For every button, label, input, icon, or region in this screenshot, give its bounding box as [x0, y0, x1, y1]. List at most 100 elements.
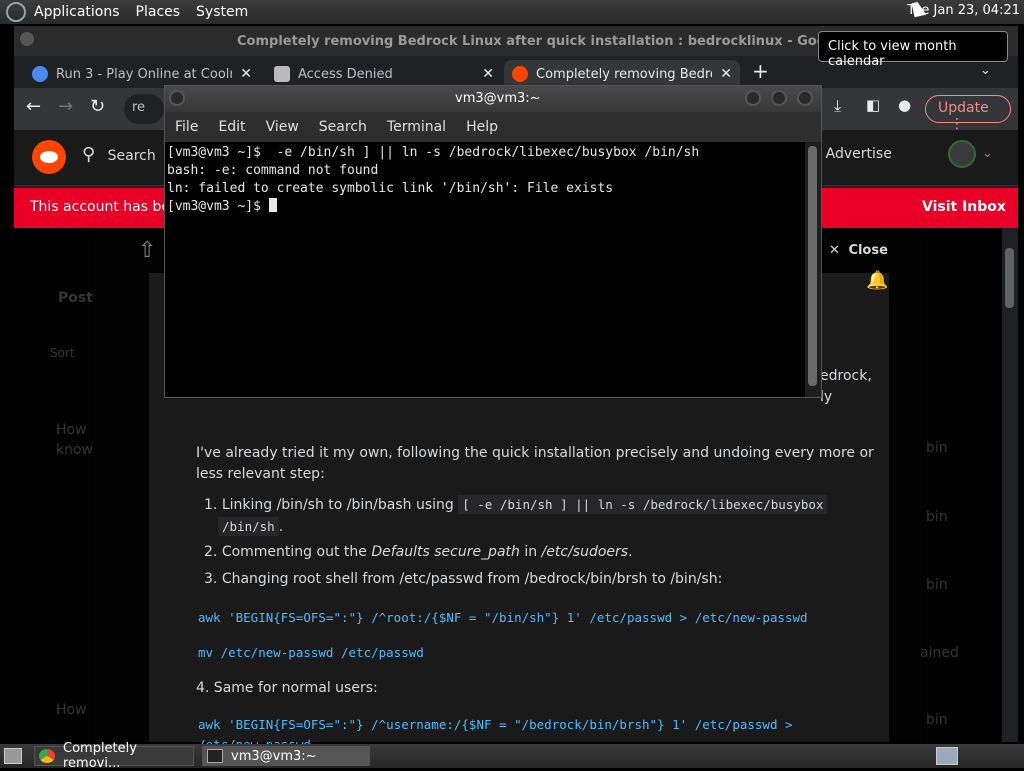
step-number: 3. [204, 571, 218, 587]
address-bar[interactable]: re [124, 94, 164, 124]
taskbar-item-terminal[interactable]: vm3@vm3:~ [202, 746, 370, 766]
profile-icon[interactable]: ● [898, 96, 911, 114]
terminal-icon [207, 749, 223, 763]
terminal-line: bash: -e: command not found [167, 163, 379, 178]
chrome-window-title: Completely removing Bedrock Linux after … [237, 34, 910, 49]
terminal-scroll-thumb[interactable] [808, 146, 817, 386]
menu-places[interactable]: Places [128, 4, 189, 20]
reddit-search[interactable]: ⚲ Search [82, 144, 156, 165]
tab-label: Access Denied [298, 66, 393, 82]
terminal-menubar: File Edit View Search Terminal Help [165, 112, 821, 142]
background-fragment: bin [926, 440, 948, 456]
background-fragment: How [56, 702, 87, 718]
back-arrow-icon[interactable]: ← [26, 96, 41, 117]
step-4: 4. Same for normal users: [196, 680, 378, 696]
visit-inbox-link[interactable]: Visit Inbox [922, 199, 1006, 215]
step-1: 1. Linking /bin/sh to /bin/bash using [ … [204, 494, 864, 538]
close-label: Close [848, 243, 888, 258]
step-number: 1. [204, 497, 218, 513]
tab-search-chevron-icon[interactable]: ⌄ [980, 63, 991, 78]
taskbar-item-label: vm3@vm3:~ [231, 748, 317, 764]
terminal-prompt: [vm3@vm3 ~]$ [167, 199, 269, 214]
code-block: awk 'BEGIN{FS=OFS=":"} /^username:/{$NF … [198, 717, 793, 732]
terminal-window: vm3@vm3:~ File Edit View Search Terminal… [164, 85, 822, 398]
tab-access-denied[interactable]: Access Denied ✕ [266, 60, 502, 88]
emphasis-text: /etc/sudoers [541, 544, 629, 560]
step-number: 2. [204, 544, 218, 560]
coolmath-favicon-icon [32, 66, 48, 82]
menu-system[interactable]: System [188, 4, 256, 20]
background-fragment: Post [58, 290, 93, 306]
code-block: awk 'BEGIN{FS=OFS=":"} /^root:/{$NF = "/… [198, 610, 808, 625]
close-icon: ✕ [829, 243, 840, 258]
menu-applications[interactable]: Applications [26, 4, 128, 20]
step-text: in [519, 544, 542, 560]
background-fragment: bin [926, 509, 948, 525]
terminal-output[interactable]: [vm3@vm3 ~]$ -e /bin/sh ] || ln -s /bedr… [165, 142, 805, 397]
tab-label: Completely removing Bedrock [536, 66, 712, 82]
ghost-favicon-icon [274, 66, 290, 82]
update-button[interactable]: Update ⋮ [925, 95, 1011, 132]
reddit-favicon-icon [512, 66, 528, 82]
advertise-label: Advertise [825, 146, 892, 162]
close-post-button[interactable]: ✕ Close [829, 243, 888, 258]
close-icon[interactable] [797, 90, 813, 106]
reddit-logo-icon[interactable] [32, 140, 66, 174]
post-intro: I've already tried it my own, following … [196, 445, 874, 482]
punctuation: . [278, 519, 284, 535]
menu-view[interactable]: View [256, 119, 309, 135]
tab-label: Run 3 - Play Online at Coolm [56, 66, 233, 82]
inline-code: /bin/sh [218, 517, 279, 536]
code-block: mv /etc/new-passwd /etc/passwd [198, 645, 424, 660]
close-tab-icon[interactable]: ✕ [240, 66, 252, 82]
bell-icon[interactable]: 🔔 [866, 270, 888, 291]
background-fragment: Sort [50, 346, 75, 360]
new-tab-icon[interactable]: + [752, 59, 769, 83]
download-icon[interactable]: ⤓ [834, 96, 841, 116]
search-icon: ⚲ [82, 144, 96, 165]
taskbar-item-chrome[interactable]: Completely removi... [34, 741, 194, 771]
menu-file[interactable]: File [165, 119, 208, 135]
terminal-title: vm3@vm3:~ [455, 91, 541, 106]
step-text: Changing root shell from /etc/passwd fro… [221, 571, 723, 587]
menu-search[interactable]: Search [309, 119, 377, 135]
avatar[interactable] [948, 140, 976, 168]
terminal-titlebar[interactable]: vm3@vm3:~ [165, 86, 821, 112]
punctuation: . [628, 544, 633, 560]
step-text: Linking /bin/sh to /bin/bash using [221, 497, 454, 513]
menu-terminal[interactable]: Terminal [377, 119, 456, 135]
minimize-icon[interactable] [745, 90, 761, 106]
show-desktop-icon[interactable] [4, 748, 22, 764]
terminal-prompt-line: [vm3@vm3 ~]$ [167, 198, 803, 216]
menu-edit[interactable]: Edit [208, 119, 255, 135]
search-label: Search [107, 148, 156, 164]
window-menu-icon[interactable] [20, 32, 34, 46]
maximize-icon[interactable] [771, 90, 787, 106]
tab-run3[interactable]: Run 3 - Play Online at Coolm ✕ [24, 60, 260, 88]
close-tab-icon[interactable]: ✕ [482, 66, 494, 82]
background-fragment: know [56, 442, 93, 458]
window-menu-icon[interactable] [169, 90, 185, 106]
menu-help[interactable]: Help [456, 119, 508, 135]
bottom-taskbar: Completely removi... vm3@vm3:~ [0, 741, 1024, 771]
tab-bedrock[interactable]: Completely removing Bedrock ✕ [504, 60, 740, 88]
terminal-line: [vm3@vm3 ~]$ -e /bin/sh ] || ln -s /bedr… [167, 145, 700, 160]
chrome-icon [39, 749, 55, 763]
step-text: Commenting out the [221, 544, 372, 560]
page-scroll-thumb[interactable] [1005, 248, 1014, 308]
terminal-line: ln: failed to create symbolic link '/bin… [167, 181, 614, 196]
background-fragment: How [56, 422, 87, 438]
top-panel: Applications Places System [0, 0, 1024, 24]
gnome-foot-icon[interactable] [6, 2, 26, 22]
upvote-arrow-icon[interactable]: ⇧ [138, 238, 156, 263]
side-panel-icon[interactable]: ◧ [866, 96, 880, 114]
post-text-fragment: edrock, [820, 368, 872, 384]
workspace-switcher-icon[interactable] [936, 747, 958, 765]
close-tab-icon[interactable]: ✕ [720, 66, 732, 82]
step-2: 2. Commenting out the Defaults secure_pa… [204, 542, 864, 563]
chevron-down-icon[interactable]: ⌄ [982, 146, 993, 161]
background-fragment: bin [926, 577, 948, 593]
forward-arrow-icon[interactable]: → [58, 96, 73, 117]
reload-icon[interactable]: ↻ [90, 96, 105, 117]
update-label: Update [938, 100, 989, 116]
